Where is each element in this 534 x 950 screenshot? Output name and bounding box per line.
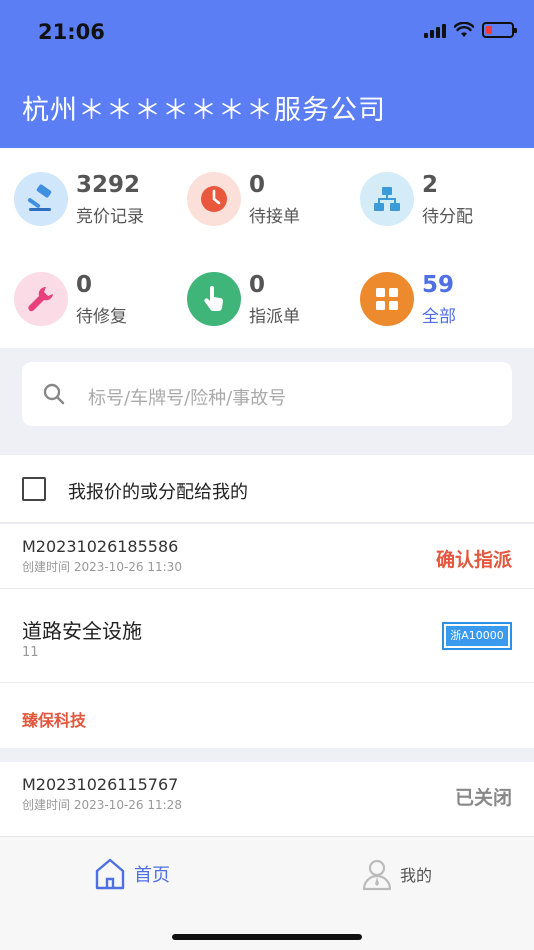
- order-status[interactable]: 确认指派: [436, 545, 512, 572]
- wrench-icon: [14, 272, 68, 326]
- grid-icon: [360, 272, 414, 326]
- stat-dispatch[interactable]: 0 指派单: [187, 272, 357, 332]
- vendor-name: 臻保科技: [22, 711, 87, 730]
- stat-value: 3292: [76, 172, 141, 198]
- order-created: 创建时间 2023-10-26 11:28: [22, 798, 182, 812]
- stat-value: 59: [422, 272, 455, 298]
- order-project: 道路安全设施 11 浙A10000: [0, 589, 534, 683]
- project-number: 11: [22, 645, 39, 660]
- home-indicator: [172, 934, 362, 940]
- filter-label[interactable]: 我报价的或分配给我的: [68, 478, 248, 504]
- battery-icon: [482, 22, 517, 38]
- tab-bar: 首页 我的: [0, 836, 534, 950]
- stat-label: 竞价记录: [76, 207, 144, 227]
- hand-pointer-icon: [187, 272, 241, 326]
- stat-value: 0: [249, 172, 266, 198]
- tab-home[interactable]: 首页: [94, 857, 170, 891]
- stat-bid-records[interactable]: 3292 竞价记录: [14, 172, 184, 232]
- wifi-icon: [454, 22, 474, 37]
- clock-icon: [187, 172, 241, 226]
- order-vendor: 臻保科技: [0, 683, 534, 748]
- stats-panel: 3292 竞价记录 0 待接单 2 待分配 0 待修复 0 指派单 59 全部: [0, 148, 534, 348]
- search-placeholder: 标号/车牌号/险种/事故号: [88, 388, 287, 409]
- order-id: M20231026185586: [22, 537, 179, 556]
- stat-value: 0: [249, 272, 266, 298]
- order-status: 已关闭: [454, 787, 512, 809]
- project-name: 道路安全设施: [22, 619, 142, 643]
- stat-pending-accept[interactable]: 0 待接单: [187, 172, 357, 232]
- stat-label: 指派单: [249, 307, 300, 327]
- order-id: M20231026115767: [22, 775, 179, 794]
- filter-checkbox[interactable]: [22, 477, 46, 501]
- plate-text: 浙A10000: [446, 626, 508, 646]
- order-header: M20231026185586 创建时间 2023-10-26 11:30 确认…: [0, 524, 534, 589]
- filter-row: 我报价的或分配给我的: [0, 455, 534, 523]
- license-plate: 浙A10000: [442, 622, 512, 650]
- stat-pending-repair[interactable]: 0 待修复: [14, 272, 184, 332]
- status-icons: [424, 22, 517, 38]
- stat-value: 2: [422, 172, 439, 198]
- tab-home-label: 首页: [134, 865, 170, 886]
- order-created: 创建时间 2023-10-26 11:30: [22, 560, 182, 574]
- home-icon: [95, 858, 125, 890]
- stat-label: 待修复: [76, 307, 127, 327]
- cellular-signal-icon: [424, 22, 446, 38]
- stat-label: 待分配: [422, 207, 473, 227]
- gavel-icon: [14, 172, 68, 226]
- user-icon: [362, 859, 392, 891]
- stat-all[interactable]: 59 全部: [360, 272, 530, 332]
- tab-mine-label: 我的: [400, 866, 433, 885]
- company-title: 杭州＊＊＊＊＊＊＊服务公司: [22, 95, 386, 126]
- order-header: M20231026115767 创建时间 2023-10-26 11:28 已关…: [0, 762, 534, 828]
- order-card[interactable]: M20231026115767 创建时间 2023-10-26 11:28 已关…: [0, 762, 534, 836]
- status-time: 21:06: [38, 20, 105, 44]
- tab-mine[interactable]: 我的: [362, 857, 432, 891]
- stat-label: 全部: [422, 307, 456, 327]
- search-icon: [43, 383, 65, 405]
- hierarchy-icon: [360, 172, 414, 226]
- stat-label: 待接单: [249, 207, 300, 227]
- order-card[interactable]: M20231026185586 创建时间 2023-10-26 11:30 确认…: [0, 524, 534, 748]
- app-header: 21:06 杭州＊＊＊＊＊＊＊服务公司: [0, 0, 534, 148]
- search-input[interactable]: 标号/车牌号/险种/事故号: [22, 362, 512, 426]
- stat-pending-assign[interactable]: 2 待分配: [360, 172, 530, 232]
- stat-value: 0: [76, 272, 93, 298]
